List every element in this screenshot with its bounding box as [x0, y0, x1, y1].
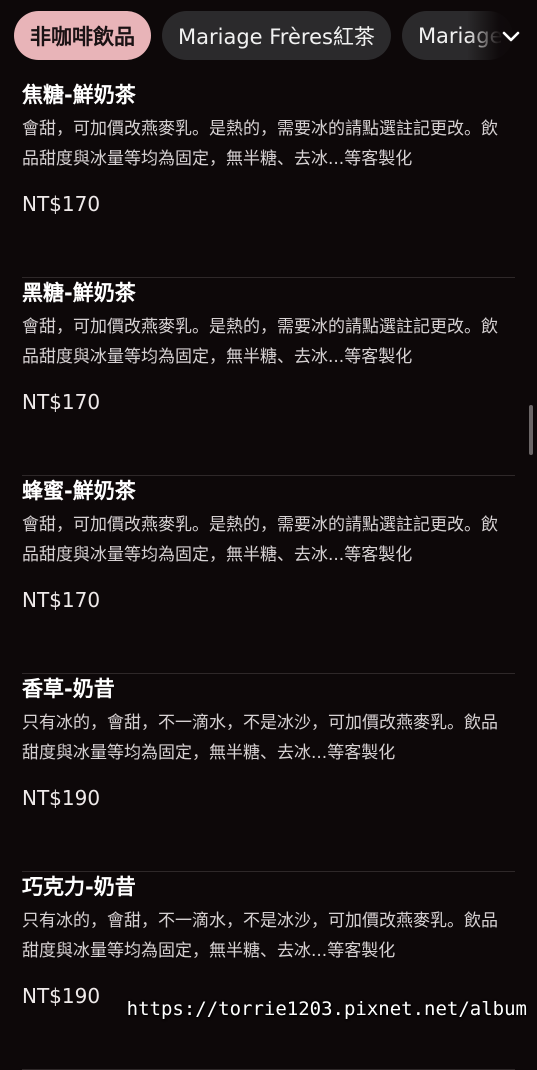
menu-item-description: 會甜，可加價改燕麥乳。是熱的，需要冰的請點選註記更改。飲品甜度與冰量等均為固定，… [22, 317, 498, 367]
menu-item-description: 會甜，可加價改燕麥乳。是熱的，需要冰的請點選註記更改。飲品甜度與冰量等均為固定，… [22, 119, 498, 169]
menu-item-description: 只有冰的，會甜，不一滴水，不是冰沙，可加價改燕麥乳。飲品甜度與冰量等均為固定，無… [22, 911, 498, 961]
menu-item-description: 只有冰的，會甜，不一滴水，不是冰沙，可加價改燕麥乳。飲品甜度與冰量等均為固定，無… [22, 713, 498, 763]
menu-item-title: 巧克力-奶昔 [22, 875, 136, 899]
menu-item-price: NT$170 [22, 192, 101, 216]
menu-item-price: NT$190 [22, 786, 101, 810]
menu-item-price: NT$170 [22, 588, 101, 612]
menu-item-title: 黑糖-鮮奶茶 [22, 281, 136, 305]
tab-mariage-freres-black-tea[interactable]: Mariage Frères紅茶 [162, 11, 391, 60]
menu-item[interactable]: 香草-奶昔 只有冰的，會甜，不一滴水，不是冰沙，可加價改燕麥乳。飲品甜度與冰量等… [22, 673, 515, 872]
menu-item-title: 焦糖-鮮奶茶 [22, 83, 136, 107]
menu-item-title: 香草-奶昔 [22, 677, 115, 701]
menu-item-description: 會甜，可加價改燕麥乳。是熱的，需要冰的請點選註記更改。飲品甜度與冰量等均為固定，… [22, 515, 498, 565]
menu-item-price: NT$190 [22, 984, 101, 1008]
menu-item[interactable]: 黑糖-鮮奶茶 會甜，可加價改燕麥乳。是熱的，需要冰的請點選註記更改。飲品甜度與冰… [22, 277, 515, 476]
scrollbar-thumb[interactable] [529, 405, 533, 455]
chevron-down-icon [502, 31, 520, 42]
menu-item-title: 蜂蜜-鮮奶茶 [22, 479, 136, 503]
category-tabs: 非咖啡飲品 Mariage Frères紅茶 Mariage [14, 11, 513, 60]
menu-item-price: NT$170 [22, 390, 101, 414]
menu-item[interactable]: 蜂蜜-鮮奶茶 會甜，可加價改燕麥乳。是熱的，需要冰的請點選註記更改。飲品甜度與冰… [22, 475, 515, 674]
watermark: https://torrie1203.pixnet.net/album [126, 998, 527, 1020]
category-tab-bar: 非咖啡飲品 Mariage Frères紅茶 Mariage [0, 0, 537, 72]
menu-item[interactable]: 巧克力-奶昔 只有冰的，會甜，不一滴水，不是冰沙，可加價改燕麥乳。飲品甜度與冰量… [22, 871, 515, 1070]
tabs-menu-button[interactable] [467, 0, 537, 72]
menu-item[interactable]: 焦糖-鮮奶茶 會甜，可加價改燕麥乳。是熱的，需要冰的請點選註記更改。飲品甜度與冰… [22, 79, 515, 278]
tab-non-coffee-drinks[interactable]: 非咖啡飲品 [14, 11, 151, 60]
